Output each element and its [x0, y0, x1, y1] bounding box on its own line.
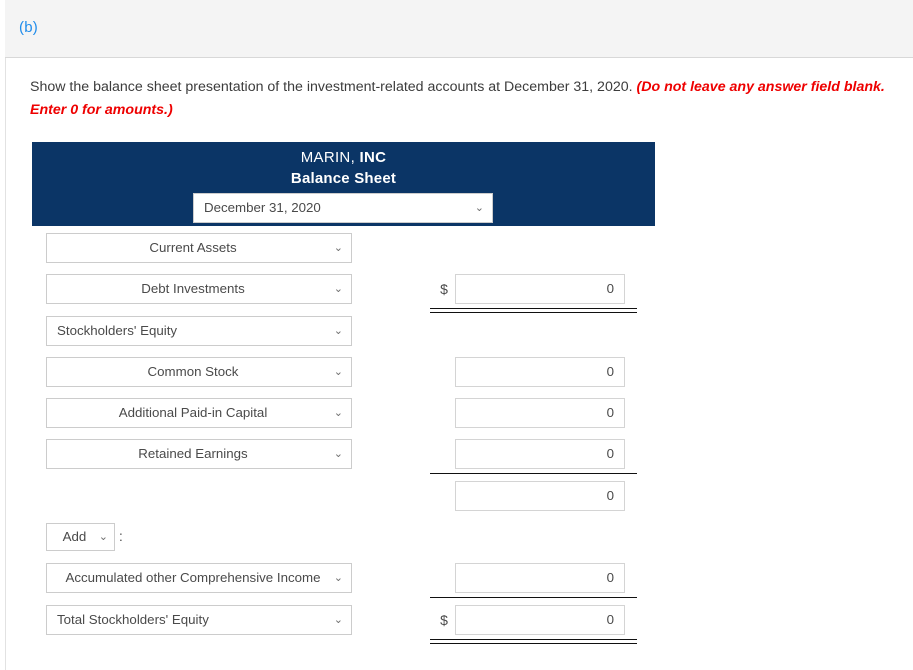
amount-input[interactable]: 0 — [455, 605, 625, 635]
account-select-value: Additional Paid-in Capital — [118, 405, 268, 420]
account-select[interactable]: Additional Paid-in Capital ⌄ — [46, 398, 352, 428]
part-label: (b) — [19, 19, 38, 36]
chevron-down-icon: ⌄ — [333, 242, 343, 254]
add-group-select[interactable]: Add ⌄ — [46, 523, 115, 551]
chevron-down-icon: ⌄ — [333, 366, 343, 378]
chevron-down-icon: ⌄ — [333, 283, 343, 295]
amount-input[interactable]: 0 — [455, 481, 625, 511]
instructions-main: Show the balance sheet presentation of t… — [30, 79, 637, 95]
amount-input[interactable]: 0 — [455, 357, 625, 387]
question-header-band — [5, 0, 913, 58]
account-select-value: Stockholders' Equity — [57, 323, 178, 338]
chevron-down-icon: ⌄ — [333, 614, 343, 626]
account-select-value: Debt Investments — [141, 281, 245, 296]
account-select[interactable]: Total Stockholders' Equity ⌄ — [46, 605, 352, 635]
add-group-colon: : — [119, 529, 123, 544]
account-select-value: Current Assets — [149, 240, 237, 255]
total-double-rule — [430, 308, 637, 313]
account-select-value: Retained Earnings — [138, 446, 248, 461]
chevron-down-icon: ⌄ — [333, 407, 343, 419]
statement-date-value: December 31, 2020 — [204, 200, 321, 215]
amount-input[interactable]: 0 — [455, 274, 625, 304]
chevron-down-icon: ⌄ — [98, 531, 108, 543]
account-select[interactable]: Accumulated other Comprehensive Income ⌄ — [46, 563, 352, 593]
currency-symbol: $ — [440, 612, 448, 628]
chevron-down-icon: ⌄ — [333, 448, 343, 460]
chevron-down-icon: ⌄ — [333, 325, 343, 337]
company-name-normal: MARIN, — [300, 149, 360, 166]
currency-symbol: $ — [440, 281, 448, 297]
page-left-border — [5, 58, 6, 670]
statement-date-select[interactable]: December 31, 2020 ⌄ — [193, 193, 493, 223]
company-name: MARIN, INC — [32, 147, 655, 168]
amount-input[interactable]: 0 — [455, 563, 625, 593]
total-double-rule — [430, 639, 637, 644]
account-select[interactable]: Current Assets ⌄ — [46, 233, 352, 263]
instructions-text: Show the balance sheet presentation of t… — [30, 76, 900, 122]
account-select[interactable]: Stockholders' Equity ⌄ — [46, 316, 352, 346]
amount-input[interactable]: 0 — [455, 439, 625, 469]
chevron-down-icon: ⌄ — [333, 572, 343, 584]
add-group-value: Add — [62, 529, 87, 544]
company-name-strong: INC — [359, 149, 387, 166]
account-select[interactable]: Debt Investments ⌄ — [46, 274, 352, 304]
account-select-value: Common Stock — [147, 364, 239, 379]
amount-input[interactable]: 0 — [455, 398, 625, 428]
account-select-value: Total Stockholders' Equity — [57, 612, 209, 627]
statement-subtitle: Balance Sheet — [290, 170, 397, 187]
account-select[interactable]: Common Stock ⌄ — [46, 357, 352, 387]
chevron-down-icon: ⌄ — [474, 202, 484, 214]
subtotal-rule — [430, 597, 637, 598]
subtotal-rule — [430, 473, 637, 474]
account-select-value: Accumulated other Comprehensive Income — [65, 570, 321, 585]
account-select[interactable]: Retained Earnings ⌄ — [46, 439, 352, 469]
